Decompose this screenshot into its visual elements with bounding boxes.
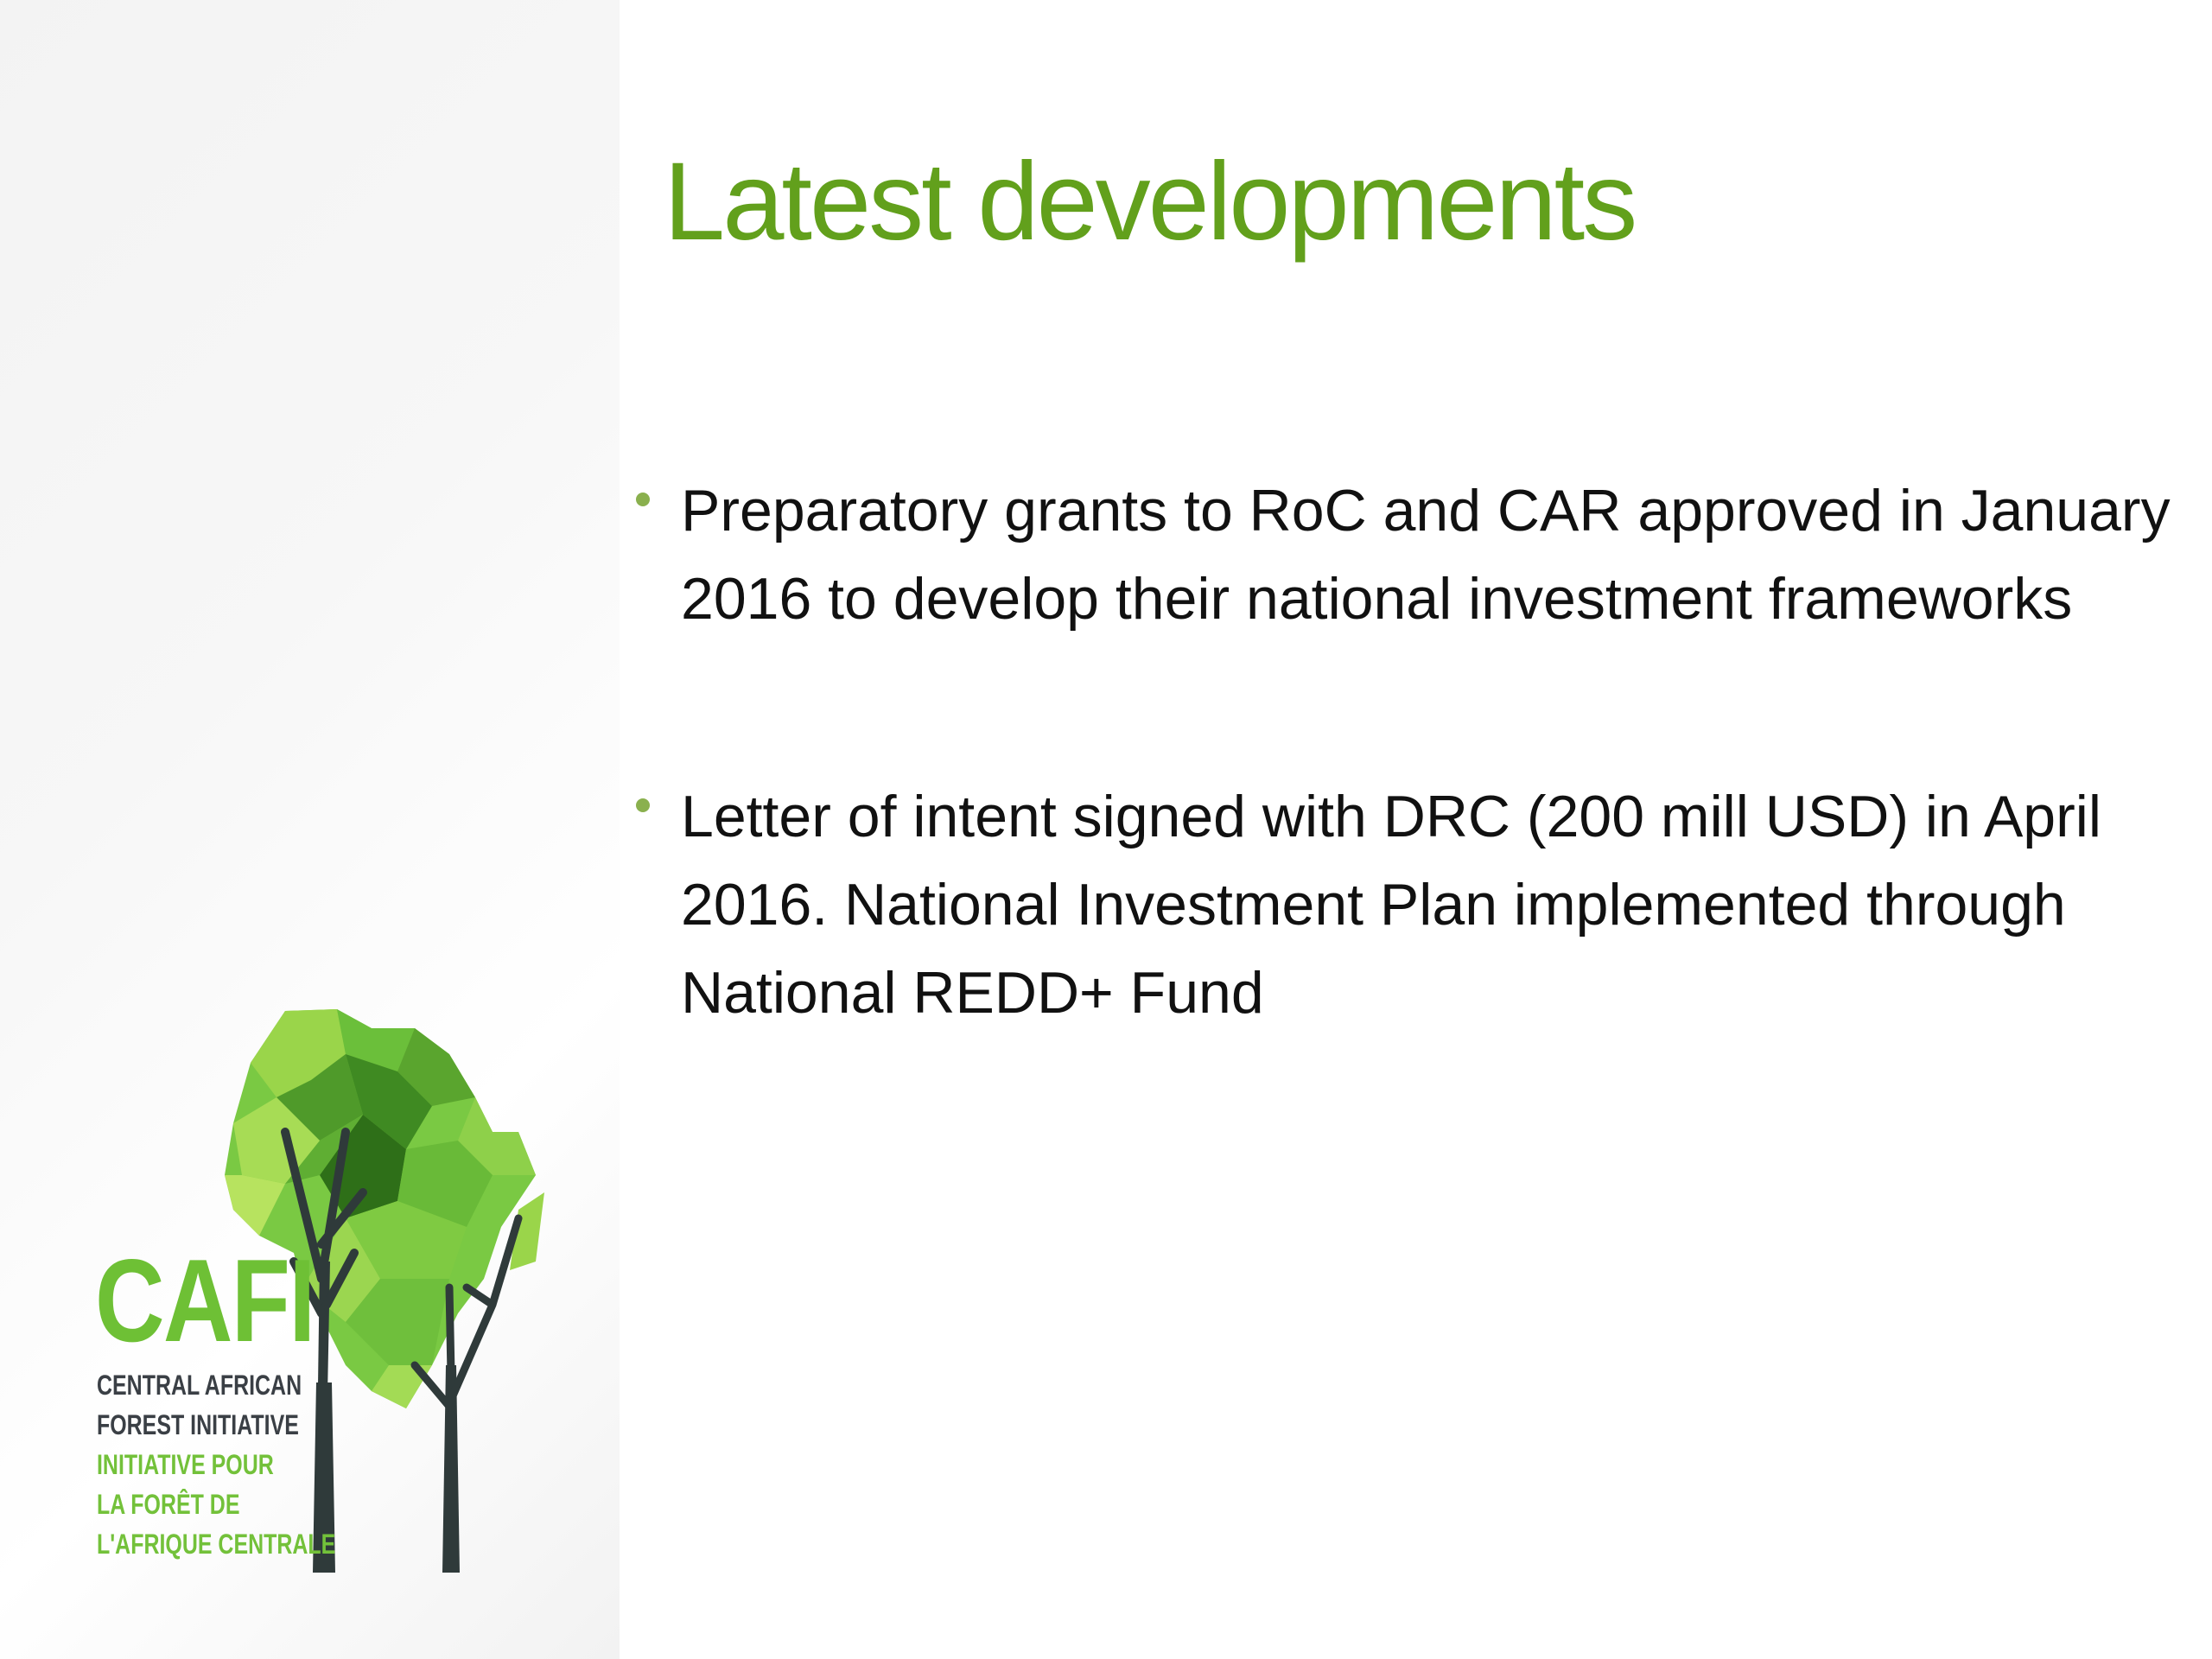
bullet-list: Preparatory grants to RoC and CAR approv… — [631, 467, 2195, 1166]
bullet-marker — [636, 798, 650, 812]
logo-tagline-line: FOREST INITIATIVE — [97, 1409, 299, 1440]
bullet-item: Preparatory grants to RoC and CAR approv… — [631, 467, 2195, 643]
slide: Latest developments Preparatory grants t… — [0, 0, 2212, 1659]
cafi-logo: CAFI CENTRAL AFRICAN FOREST INITIATIVE I… — [86, 1002, 570, 1573]
slide-title: Latest developments — [664, 140, 1637, 264]
logo-tagline-line: L'AFRIQUE CENTRALE — [97, 1529, 336, 1560]
logo-tagline-line: INITIATIVE POUR — [97, 1449, 274, 1480]
bullet-text: Letter of intent signed with DRC (200 mi… — [681, 784, 2101, 1026]
logo-tagline-line: CENTRAL AFRICAN — [97, 1370, 302, 1401]
logo-tagline-line: LA FORÊT DE — [97, 1489, 240, 1520]
bullet-marker — [636, 493, 650, 506]
bullet-item: Letter of intent signed with DRC (200 mi… — [631, 772, 2195, 1037]
cafi-wordmark: CAFI — [95, 1235, 315, 1366]
bullet-text: Preparatory grants to RoC and CAR approv… — [681, 478, 2171, 632]
